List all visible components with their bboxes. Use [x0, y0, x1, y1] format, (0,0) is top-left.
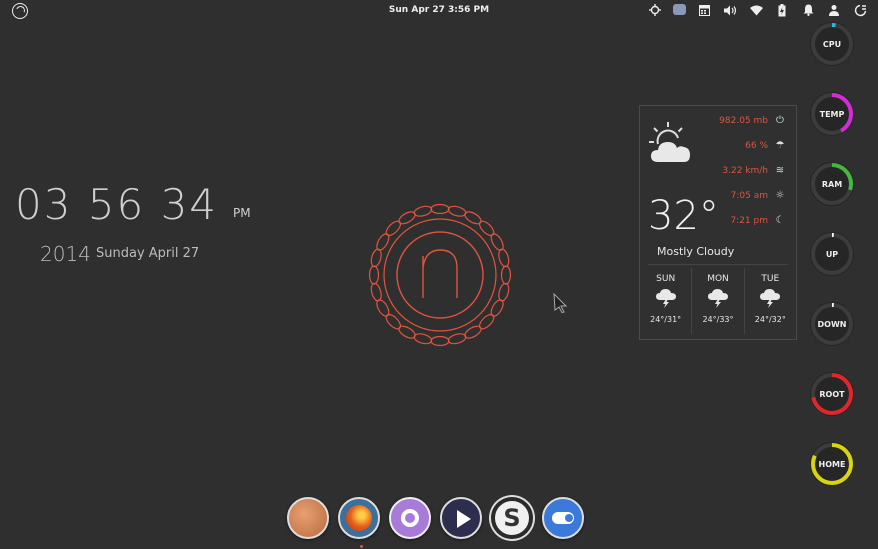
settings-toggle-icon[interactable]	[542, 497, 584, 539]
monitor-label: ROOT	[819, 389, 845, 399]
dock	[287, 497, 584, 539]
monitor-label: UP	[825, 249, 839, 259]
weather-condition: Mostly Cloudy	[657, 245, 735, 258]
weather-humidity-row: 66 % ☂	[745, 140, 786, 151]
pressure-value: 982.05 mb	[719, 115, 768, 126]
logo-petal	[413, 333, 433, 345]
sunrise-icon: ☼	[775, 190, 785, 201]
firefox-icon[interactable]	[338, 497, 380, 539]
forecast-day: MON 24°/33°	[692, 268, 745, 334]
wind-value: 3.22 km/h	[722, 165, 768, 176]
forecast-day: SUN 24°/31°	[640, 268, 693, 334]
monitor-label: CPU	[822, 39, 842, 49]
desktop-clock-time: 03 56 34	[15, 180, 219, 229]
monitor-ring-home: HOME	[808, 440, 856, 488]
forecast-range: 24°/33°	[702, 315, 734, 324]
weather-widget: 982.05 mb ⏻ 66 % ☂ 3.22 km/h ≋ 7:05 am ☼…	[639, 105, 797, 340]
humidity-value: 66 %	[745, 140, 768, 151]
logo-petal	[368, 265, 380, 285]
session-icon[interactable]	[852, 3, 868, 17]
monitor-ring-ram: RAM	[808, 160, 856, 208]
logo-petal	[413, 205, 433, 217]
top-panel: Sun Apr 27 3:56 PM	[0, 0, 878, 22]
moon-icon: ☾	[775, 215, 785, 226]
monitor-label: RAM	[821, 179, 843, 189]
weather-divider	[648, 264, 788, 265]
mouse-cursor-icon	[553, 292, 569, 317]
weather-temperature: 32°	[648, 193, 719, 239]
logo-petal	[370, 248, 382, 268]
sunrise-value: 7:05 am	[730, 190, 768, 201]
logo-petal	[447, 333, 467, 345]
thunderstorm-icon	[745, 288, 796, 312]
thunderstorm-icon	[692, 288, 743, 312]
wifi-icon[interactable]	[748, 3, 764, 17]
desktop-clock-date: Sunday April 27	[96, 246, 200, 261]
partly-cloudy-icon	[648, 120, 694, 166]
humidity-icon: ☂	[775, 140, 785, 151]
center-logo-icon	[363, 198, 517, 352]
logo-petal	[498, 248, 510, 268]
desktop-clock-ampm: PM	[233, 206, 251, 220]
network-icon[interactable]	[647, 3, 663, 17]
indicator-area	[647, 3, 868, 17]
forecast-day-name: SUN	[656, 274, 676, 284]
calendar-icon[interactable]	[696, 3, 712, 17]
monitor-ring-temp: TEMP	[808, 90, 856, 138]
logo-petal	[447, 205, 467, 217]
forecast-day-name: MON	[707, 274, 729, 284]
monitor-label: DOWN	[817, 319, 847, 329]
scratch-app-icon[interactable]	[491, 497, 533, 539]
image-viewer-icon[interactable]	[287, 497, 329, 539]
running-indicator	[360, 545, 363, 548]
thunderstorm-icon	[640, 288, 691, 312]
user-icon[interactable]	[826, 3, 842, 17]
logo-petal	[430, 203, 450, 215]
monitor-label: TEMP	[819, 109, 845, 119]
logo-petal	[370, 282, 382, 302]
weather-wind-row: 3.22 km/h ≋	[722, 165, 786, 176]
monitor-ring-down: DOWN	[808, 300, 856, 348]
weather-sunset-row: 7:21 pm ☾	[730, 215, 786, 226]
battery-icon[interactable]	[774, 3, 790, 17]
notification-icon[interactable]	[800, 3, 816, 17]
wind-icon: ≋	[775, 165, 785, 176]
monitor-label: HOME	[818, 459, 846, 469]
volume-icon[interactable]	[722, 3, 738, 17]
forecast-day: TUE 24°/32°	[745, 268, 796, 334]
forecast-day-name: TUE	[761, 274, 780, 284]
monitor-ring-cpu: CPU	[808, 20, 856, 68]
logo-petal	[500, 265, 512, 285]
video-player-icon[interactable]	[440, 497, 482, 539]
monitor-ring-root: ROOT	[808, 370, 856, 418]
logo-petal	[430, 335, 450, 347]
sunset-value: 7:21 pm	[730, 215, 768, 226]
forecast-range: 24°/31°	[650, 315, 682, 324]
weather-sunrise-row: 7:05 am ☼	[731, 190, 786, 201]
monitor-ring-up: UP	[808, 230, 856, 278]
pressure-icon: ⏻	[776, 115, 784, 126]
forecast-range: 24°/32°	[754, 315, 786, 324]
weather-forecast: SUN 24°/31° MON 24°/33° TUE 24°/32°	[640, 268, 796, 334]
keyboard-icon[interactable]	[673, 4, 686, 15]
logo-petal	[498, 282, 510, 302]
weather-pressure-row: 982.05 mb ⏻	[719, 115, 786, 126]
audio-recorder-icon[interactable]	[389, 497, 431, 539]
desktop-clock-year: 2014	[40, 242, 91, 266]
